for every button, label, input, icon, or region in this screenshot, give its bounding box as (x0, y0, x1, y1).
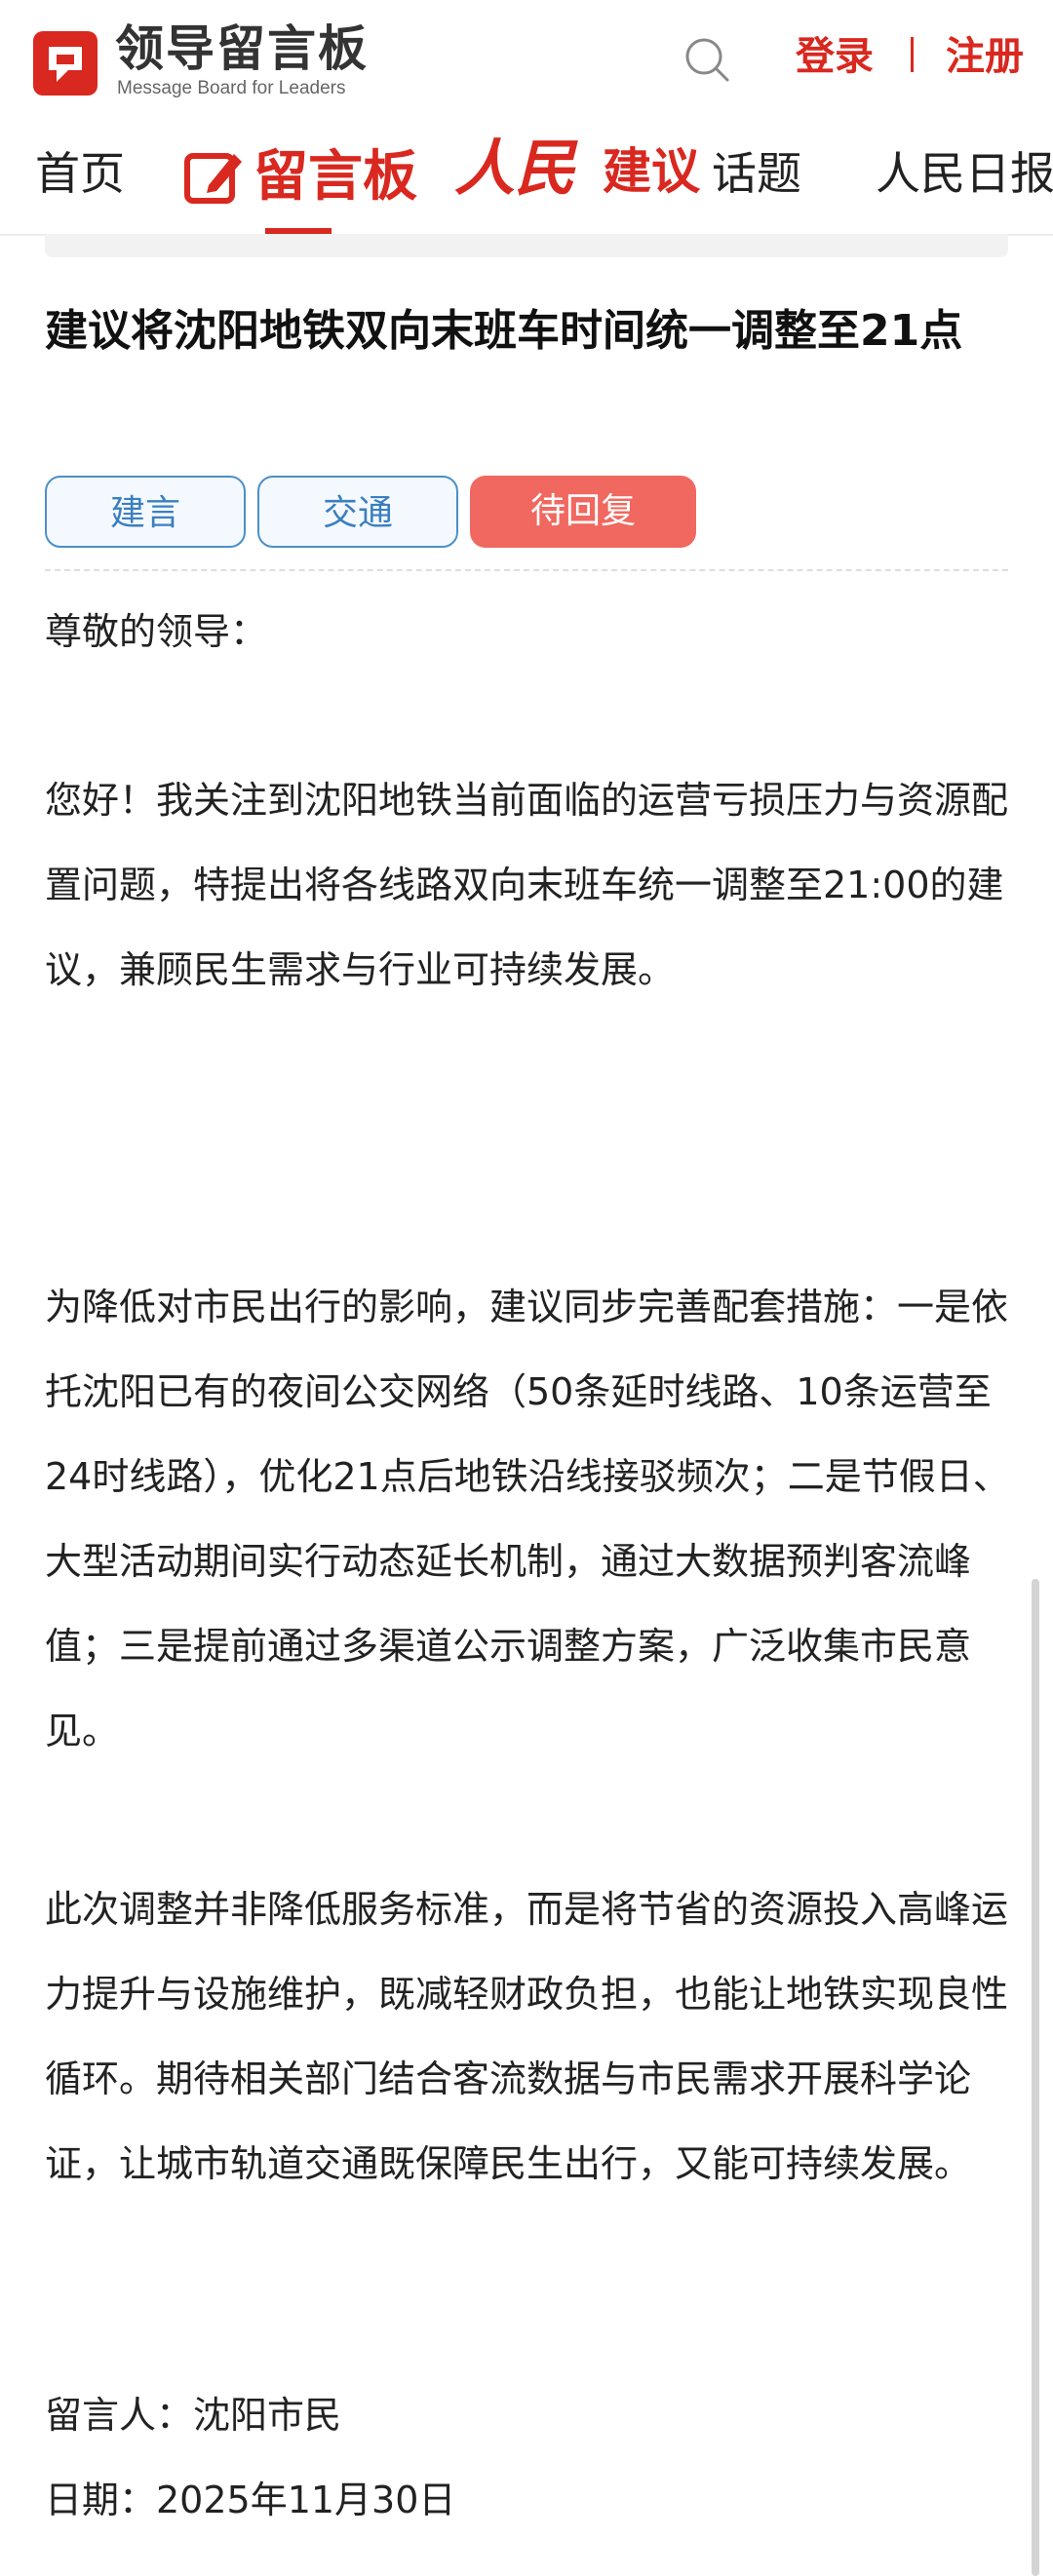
renmin-script-logo: 人民 (454, 133, 576, 204)
tag-traffic[interactable]: 交通 (257, 476, 458, 548)
post-greeting: 尊敬的领导： (45, 610, 268, 653)
nav-peoples-daily[interactable]: 人民日报 (876, 142, 1053, 205)
scrollbar[interactable] (1032, 1579, 1039, 2576)
post-title: 建议将沈阳地铁双向末班车时间统一调整至21点 (45, 306, 963, 356)
post-paragraph: 您好！我关注到沈阳地铁当前面临的运营亏损压力与资源配置问题，特提出将各线路双向末… (45, 779, 1009, 991)
nav-home[interactable]: 首页 (35, 142, 125, 205)
top-header: 领导留言板 Message Board for Leaders 登录 注册 (0, 0, 1053, 125)
login-link[interactable]: 登录 (796, 29, 874, 84)
status-badge: 待回复 (470, 476, 696, 548)
header-separator (911, 37, 914, 72)
content-top-strip (45, 234, 1008, 257)
main-nav: 首页 留言板 人民 建议 话题 人民日报 (0, 125, 1053, 234)
renmin-label: 建议 (603, 143, 700, 200)
search-icon[interactable] (682, 35, 733, 86)
post-author: 留言人：沈阳市民 (45, 2394, 342, 2437)
logo-title[interactable]: 领导留言板 (115, 21, 369, 76)
tag-suggestion[interactable]: 建言 (45, 476, 246, 548)
post-date: 日期：2025年11月30日 (45, 2479, 456, 2521)
post-paragraph: 为降低对市民出行的影响，建议同步完善配套措施：一是依托沈阳已有的夜间公交网络（5… (45, 1286, 1010, 1752)
message-board-logo-icon[interactable] (29, 27, 101, 99)
nav-board-label: 留言板 (254, 145, 417, 209)
post-paragraph: 此次调整并非降低服务标准，而是将节省的资源投入高峰运力提升与设施维护，既减轻财政… (45, 1888, 1009, 2185)
logo-subtitle: Message Board for Leaders (117, 78, 346, 98)
divider (45, 569, 1008, 571)
edit-board-icon (184, 153, 242, 204)
nav-topics[interactable]: 话题 (712, 142, 801, 205)
page: 领导留言板 Message Board for Leaders 登录 注册 首页… (0, 0, 1053, 2576)
register-link[interactable]: 注册 (946, 29, 1024, 84)
